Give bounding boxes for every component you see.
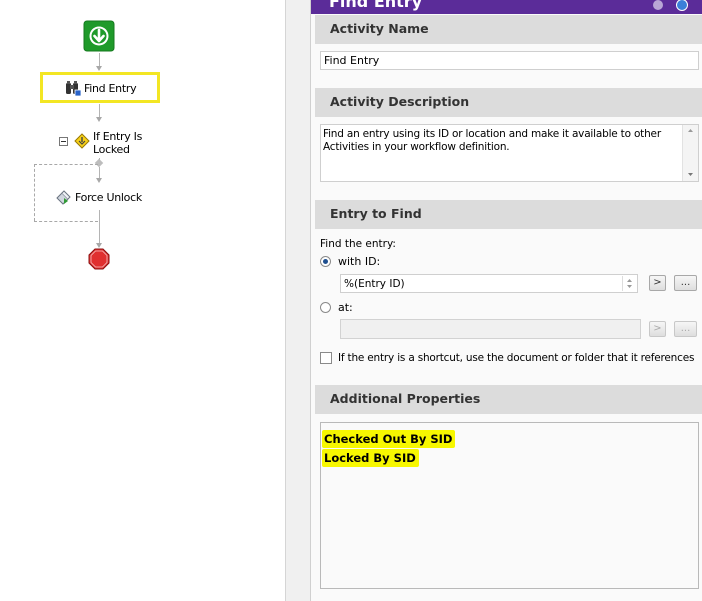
connector-line [99, 210, 100, 245]
entry-id-insert-token-button[interactable]: > [649, 275, 666, 291]
at-path-browse-button[interactable]: ... [674, 321, 697, 337]
find-entry-label: Find Entry [84, 82, 137, 95]
help-icon[interactable] [676, 0, 688, 11]
additional-properties-section-header[interactable]: Additional Properties [315, 385, 702, 414]
entry-id-input[interactable]: %(Entry ID) [340, 274, 638, 293]
force-unlock-icon [55, 189, 71, 205]
panel-title-bar: Find Entry [311, 0, 702, 14]
activity-description-heading: Activity Description [330, 94, 470, 109]
if-entry-locked-activity[interactable]: If Entry Is Locked [74, 129, 154, 157]
at-path-input[interactable] [340, 319, 641, 339]
start-node[interactable] [83, 20, 115, 52]
minus-icon [61, 141, 66, 142]
panel-title: Find Entry [329, 0, 423, 11]
pane-splitter[interactable] [285, 0, 311, 601]
conditional-diamond-icon [74, 133, 90, 149]
connector-arrow [96, 66, 102, 71]
binoculars-icon [65, 80, 82, 97]
additional-properties-list[interactable]: Checked Out By SID Locked By SID [320, 422, 699, 589]
force-unlock-label: Force Unlock [75, 191, 142, 204]
branch-line [34, 221, 98, 222]
connector-line [99, 53, 100, 67]
activity-description-text: Find an entry using its ID or location a… [323, 128, 661, 153]
properties-panel: Find Entry Activity Name Find Entry Acti… [311, 0, 702, 601]
connector-arrow [96, 117, 102, 122]
scroll-arrows-icon [688, 129, 693, 176]
spinner-arrows-icon [627, 279, 632, 288]
branch-diamond [94, 158, 104, 168]
branch-line [34, 164, 98, 165]
activity-description-section-header[interactable]: Activity Description [315, 88, 702, 117]
connector-arrow [96, 178, 102, 183]
workflow-designer-canvas[interactable]: Find Entry If Entry Is Locked Force Unlo… [0, 0, 285, 601]
entry-id-browse-button[interactable]: ... [674, 275, 697, 291]
with-id-radio[interactable] [320, 256, 331, 267]
if-entry-locked-label-line2: Locked [93, 143, 130, 156]
entry-to-find-heading: Entry to Find [330, 206, 422, 221]
activity-description-textarea[interactable]: Find an entry using its ID or location a… [320, 124, 699, 182]
collapse-toggle[interactable] [59, 137, 68, 146]
at-path-label: at: [338, 301, 353, 314]
stop-sign-icon [88, 248, 110, 270]
activity-name-input[interactable]: Find Entry [320, 51, 699, 70]
branch-line [34, 164, 35, 221]
additional-properties-heading: Additional Properties [330, 391, 481, 406]
entry-id-value: %(Entry ID) [344, 278, 405, 290]
shortcut-checkbox[interactable] [320, 352, 332, 364]
start-arrow-icon [83, 20, 115, 52]
find-entry-activity[interactable]: Find Entry [40, 72, 160, 103]
with-id-label: with ID: [338, 255, 381, 268]
activity-name-heading: Activity Name [330, 21, 429, 36]
if-entry-locked-label-line1: If Entry Is [93, 130, 143, 143]
find-the-entry-prompt: Find the entry: [320, 238, 396, 250]
locked-by-sid-property[interactable]: Locked By SID [322, 449, 419, 467]
entry-id-spinner[interactable] [622, 276, 636, 291]
checked-out-by-sid-property[interactable]: Checked Out By SID [322, 430, 456, 448]
force-unlock-activity[interactable]: Force Unlock [55, 188, 155, 208]
activity-name-section-header[interactable]: Activity Name [315, 15, 702, 44]
shortcut-label: If the entry is a shortcut, use the docu… [338, 352, 695, 364]
description-scrollbar[interactable] [682, 125, 698, 181]
at-path-radio[interactable] [320, 302, 331, 313]
entry-to-find-section-header[interactable]: Entry to Find [315, 200, 702, 229]
stop-node[interactable] [88, 248, 110, 270]
at-path-insert-token-button[interactable]: > [649, 321, 666, 337]
settings-icon[interactable] [652, 0, 664, 10]
